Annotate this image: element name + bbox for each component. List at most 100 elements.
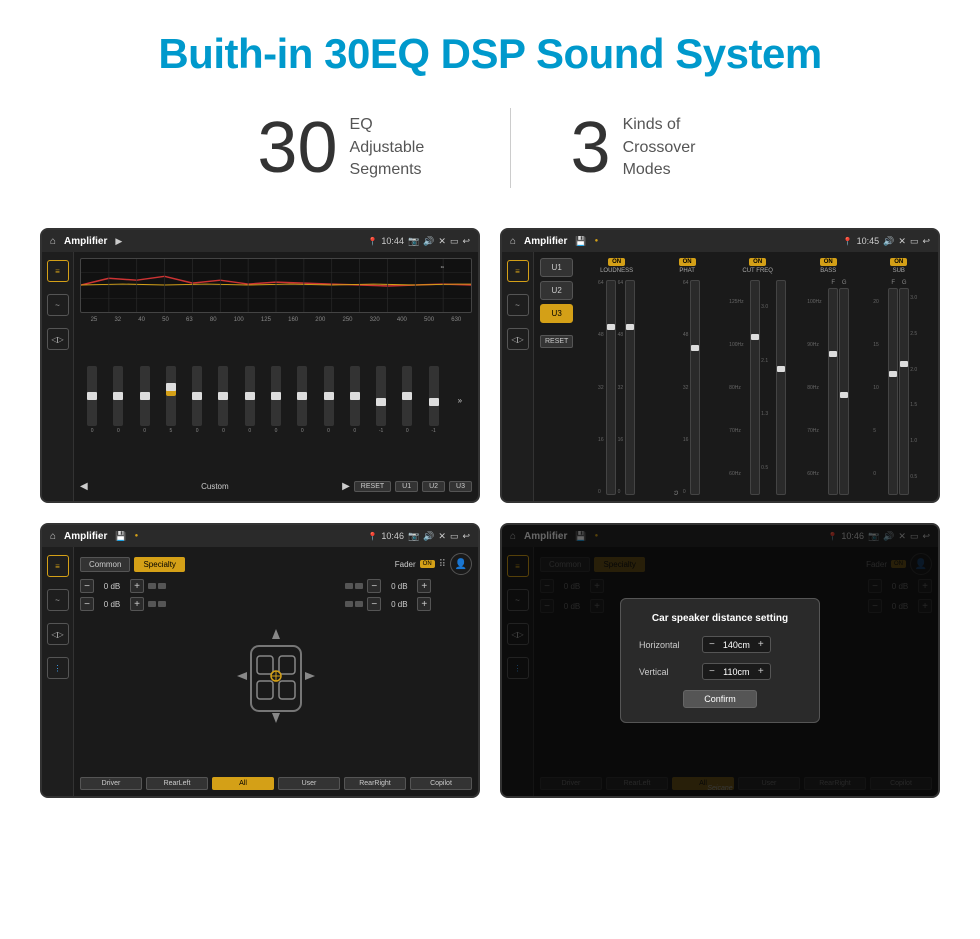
copilot-btn[interactable]: Copilot: [410, 777, 472, 790]
dot-icon-3: ●: [135, 533, 139, 539]
close-icon[interactable]: ✕: [438, 236, 446, 247]
horizontal-value: 140cm: [719, 640, 754, 650]
user-btn[interactable]: User: [278, 777, 340, 790]
eq-slider-10[interactable]: 0: [343, 366, 367, 434]
eq-slider-7[interactable]: 0: [264, 366, 288, 434]
dsp-u2-btn[interactable]: U2: [540, 281, 573, 300]
back-icon-3[interactable]: ↩: [462, 531, 470, 542]
eq-sidebar-btn[interactable]: ≡: [47, 260, 69, 282]
home-icon-2[interactable]: ⌂: [510, 236, 516, 247]
eq-bottom-bar: ◀ Custom ▶ RESET U1 U2 U3: [80, 477, 472, 495]
plus-btn-br[interactable]: +: [417, 597, 431, 611]
spec-left-controls: − 0 dB + − 0 dB +: [80, 579, 207, 773]
eq-slider-8[interactable]: 0: [290, 366, 314, 434]
eq-slider-11[interactable]: -1: [369, 366, 393, 434]
volume-icon-2[interactable]: 🔊: [883, 236, 894, 247]
close-icon-2[interactable]: ✕: [898, 236, 906, 247]
vertical-minus-btn[interactable]: −: [709, 666, 715, 677]
u1-btn[interactable]: U1: [395, 481, 418, 492]
eq-slider-3[interactable]: 5: [159, 366, 183, 434]
driver-btn[interactable]: Driver: [80, 777, 142, 790]
minus-btn-br[interactable]: −: [367, 597, 381, 611]
fader-slider[interactable]: ⠿: [439, 559, 446, 570]
vol-sidebar-btn-3[interactable]: ◁▷: [47, 623, 69, 645]
confirm-button[interactable]: Confirm: [683, 690, 757, 708]
bt-sidebar-btn-3[interactable]: ⋮: [47, 657, 69, 679]
back-icon-2[interactable]: ↩: [922, 236, 930, 247]
camera-icon[interactable]: 📷: [408, 236, 419, 247]
horizontal-input-group: − 140cm +: [702, 636, 771, 653]
plus-btn-tl[interactable]: +: [130, 579, 144, 593]
minus-btn-tl[interactable]: −: [80, 579, 94, 593]
save-icon-3[interactable]: 💾: [115, 531, 126, 542]
car-diagram-area: [213, 579, 340, 773]
fader-on-badge[interactable]: ON: [420, 560, 435, 568]
u3-btn[interactable]: U3: [449, 481, 472, 492]
eq-slider-2[interactable]: 0: [133, 366, 157, 434]
dsp-u1-btn[interactable]: U1: [540, 258, 573, 277]
common-tab[interactable]: Common: [80, 557, 130, 572]
play-icon[interactable]: ▶: [115, 236, 122, 247]
dsp-u3-btn[interactable]: U3: [540, 304, 573, 323]
eq-slider-5[interactable]: 0: [211, 366, 235, 434]
reset-btn[interactable]: RESET: [354, 481, 391, 492]
screen-icon[interactable]: ▭: [450, 236, 459, 247]
rearright-btn[interactable]: RearRight: [344, 777, 406, 790]
horizontal-plus-btn[interactable]: +: [758, 639, 764, 650]
camera-icon-3[interactable]: 📷: [408, 531, 419, 542]
eq-prev-btn[interactable]: ◀: [80, 481, 88, 492]
crossover-number: 3: [571, 112, 611, 184]
home-icon[interactable]: ⌂: [50, 236, 56, 247]
vol-sidebar-btn[interactable]: ◁▷: [47, 328, 69, 350]
fader-control: Fader ON ⠿: [395, 559, 446, 570]
back-icon[interactable]: ↩: [462, 236, 470, 247]
fader-label: Fader: [395, 560, 416, 569]
eq-next-btn[interactable]: ▶: [342, 481, 350, 492]
screen-icon-3[interactable]: ▭: [450, 531, 459, 542]
eq-slider-4[interactable]: 0: [185, 366, 209, 434]
screen-icon-2[interactable]: ▭: [910, 236, 919, 247]
eq-slider-12[interactable]: 0: [395, 366, 419, 434]
screen3-title: Amplifier: [64, 531, 107, 542]
rearleft-btn[interactable]: RearLeft: [146, 777, 208, 790]
eq-sidebar-btn-3[interactable]: ≡: [47, 555, 69, 577]
screen-2-dsp: ⌂ Amplifier 💾 ● 📍 10:45 🔊 ✕ ▭ ↩ ≡ ~: [500, 228, 940, 503]
vol-sidebar-btn-2[interactable]: ◁▷: [507, 328, 529, 350]
eq-slider-1[interactable]: 0: [106, 366, 130, 434]
close-icon-3[interactable]: ✕: [438, 531, 446, 542]
location-icon: 📍: [367, 237, 377, 246]
wave-sidebar-btn[interactable]: ~: [47, 294, 69, 316]
val-bl: 0 dB: [98, 600, 126, 609]
save-icon-2[interactable]: 💾: [575, 236, 586, 247]
plus-btn-bl[interactable]: +: [130, 597, 144, 611]
dsp-loudness: ON LOUDNESS 644832160 644832160: [583, 258, 650, 495]
spec-row-bl: − 0 dB +: [80, 597, 207, 611]
eq-slider-13[interactable]: -1: [421, 366, 445, 434]
wave-sidebar-btn-3[interactable]: ~: [47, 589, 69, 611]
specialty-tab[interactable]: Specialty: [134, 557, 184, 572]
val-tl: 0 dB: [98, 582, 126, 591]
home-icon-3[interactable]: ⌂: [50, 531, 56, 542]
minus-btn-tr[interactable]: −: [367, 579, 381, 593]
user-avatar[interactable]: 👤: [450, 553, 472, 575]
dsp-reset-btn[interactable]: RESET: [540, 335, 573, 348]
svg-text:»: »: [440, 265, 445, 270]
plus-btn-tr[interactable]: +: [417, 579, 431, 593]
volume-icon[interactable]: 🔊: [423, 236, 434, 247]
screen-1-eq: ⌂ Amplifier ▶ 📍 10:44 📷 🔊 ✕ ▭ ↩ ≡ ~: [40, 228, 480, 503]
eq-slider-6[interactable]: 0: [238, 366, 262, 434]
all-btn[interactable]: All: [212, 777, 274, 790]
eq-slider-0[interactable]: 0: [80, 366, 104, 434]
minus-btn-bl[interactable]: −: [80, 597, 94, 611]
vertical-label: Vertical: [639, 667, 694, 677]
u2-btn[interactable]: U2: [422, 481, 445, 492]
eq-slider-9[interactable]: 0: [316, 366, 340, 434]
horizontal-minus-btn[interactable]: −: [709, 639, 715, 650]
dsp-sub: ON SUB 20151050 F: [865, 258, 932, 495]
eq-sidebar-btn-2[interactable]: ≡: [507, 260, 529, 282]
vertical-plus-btn[interactable]: +: [758, 666, 764, 677]
volume-icon-3[interactable]: 🔊: [423, 531, 434, 542]
eq-main-area: » 25 32 40 50 63 80 100 125 160 200: [74, 252, 478, 501]
vertical-input-group: − 110cm +: [702, 663, 771, 680]
wave-sidebar-btn-2[interactable]: ~: [507, 294, 529, 316]
